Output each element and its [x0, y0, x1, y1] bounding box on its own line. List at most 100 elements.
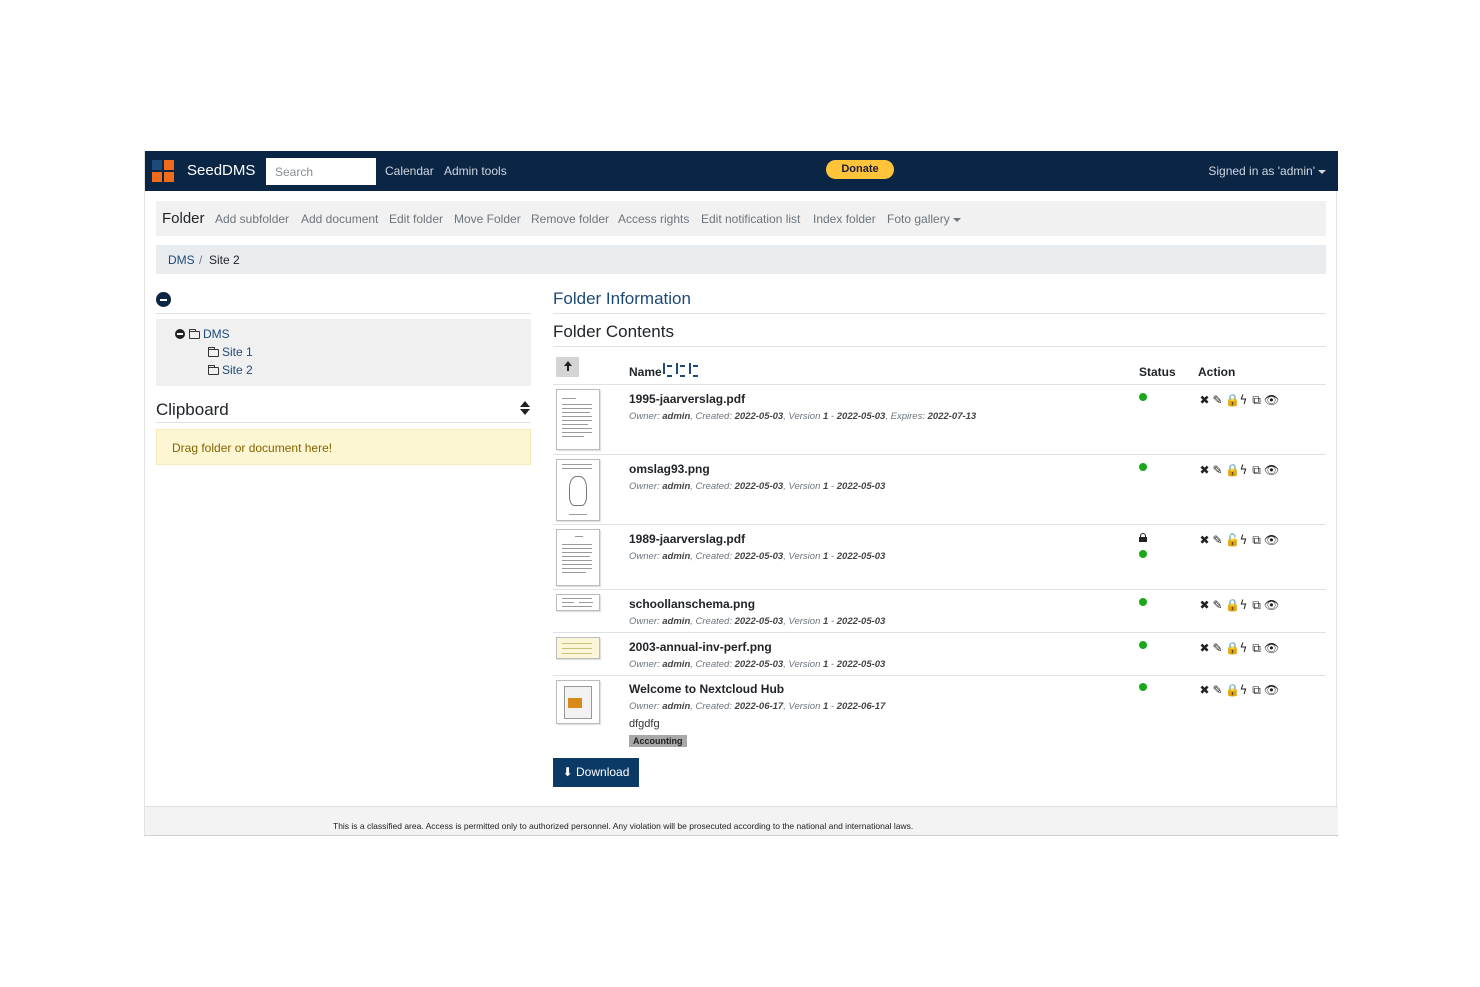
add-document-link[interactable]: Add document — [301, 212, 378, 226]
copy-icon[interactable]: ⧉ — [1251, 684, 1262, 696]
copy-icon[interactable]: ⧉ — [1251, 394, 1262, 406]
document-thumbnail[interactable] — [556, 680, 600, 724]
folder-information-heading[interactable]: Folder Information — [553, 289, 691, 309]
nav-link-calendar[interactable]: Calendar — [385, 164, 434, 178]
brand-name[interactable]: SeedDMS — [187, 162, 255, 179]
eye-icon[interactable]: 👁 — [1264, 599, 1279, 611]
bolt-icon[interactable]: ϟ — [1238, 642, 1249, 654]
eye-icon[interactable]: 👁 — [1264, 684, 1279, 696]
document-meta: Owner: admin, Created: 2022-05-03, Versi… — [629, 551, 886, 562]
table-row[interactable]: 2003-annual-inv-perf.png Owner: admin, C… — [553, 632, 1326, 675]
delete-icon[interactable]: ✖ — [1199, 599, 1210, 611]
delete-icon[interactable]: ✖ — [1199, 464, 1210, 476]
lock-icon[interactable]: 🔒 — [1225, 599, 1240, 611]
status-released-icon — [1139, 641, 1147, 649]
folder-contents-heading: Folder Contents — [553, 322, 674, 341]
delete-icon[interactable]: ✖ — [1199, 534, 1210, 546]
edit-folder-link[interactable]: Edit folder — [389, 212, 443, 226]
table-row[interactable]: omslag93.png Owner: admin, Created: 2022… — [553, 454, 1326, 524]
table-row[interactable]: Welcome to Nextcloud Hub Owner: admin, C… — [553, 675, 1326, 751]
copy-icon[interactable]: ⧉ — [1251, 642, 1262, 654]
table-header: Name Status Action — [553, 353, 1326, 385]
edit-icon[interactable]: ✎ — [1212, 599, 1223, 611]
document-thumbnail[interactable] — [556, 529, 600, 586]
edit-icon[interactable]: ✎ — [1212, 534, 1223, 546]
breadcrumb: DMS / Site 2 — [156, 245, 1326, 274]
folder-menu-title[interactable]: Folder — [162, 210, 205, 227]
foto-gallery-menu[interactable]: Foto gallery — [887, 212, 961, 226]
copy-icon[interactable]: ⧉ — [1251, 464, 1262, 476]
eye-icon[interactable]: 👁 — [1264, 534, 1279, 546]
document-name[interactable]: 2003-annual-inv-perf.png — [629, 640, 772, 654]
index-folder-link[interactable]: Index folder — [813, 212, 876, 226]
collapse-node-icon[interactable] — [175, 329, 185, 339]
eye-icon[interactable]: 👁 — [1264, 464, 1279, 476]
lock-icon[interactable]: 🔒 — [1225, 642, 1240, 654]
bolt-icon[interactable]: ϟ — [1238, 464, 1249, 476]
tree-node-site-2[interactable]: Site 2 — [208, 363, 253, 377]
clipboard-title: Clipboard — [156, 400, 229, 419]
tree-node-dms[interactable]: DMS — [175, 327, 230, 341]
download-label: Download — [576, 765, 630, 779]
nav-link-admin-tools[interactable]: Admin tools — [444, 164, 507, 178]
bolt-icon[interactable]: ϟ — [1238, 394, 1249, 406]
table-row[interactable]: 1995-jaarverslag.pdf Owner: admin, Creat… — [553, 384, 1326, 454]
unlock-icon[interactable]: 🔓 — [1225, 534, 1240, 546]
copy-icon[interactable]: ⧉ — [1251, 534, 1262, 546]
edit-notification-list-link[interactable]: Edit notification list — [701, 212, 800, 226]
row-actions: ✖ ✎ 🔒 ϟ ⧉ 👁 — [1199, 684, 1279, 696]
download-button[interactable]: ⬇ Download — [553, 758, 639, 787]
document-name[interactable]: omslag93.png — [629, 462, 710, 476]
lock-icon[interactable]: 🔒 — [1225, 684, 1240, 696]
delete-icon[interactable]: ✖ — [1199, 642, 1210, 654]
document-thumbnail[interactable] — [556, 594, 600, 611]
sort-numeric-icon[interactable] — [675, 363, 686, 377]
search-input[interactable] — [266, 158, 376, 185]
status-released-icon — [1139, 393, 1147, 401]
eye-icon[interactable]: 👁 — [1264, 642, 1279, 654]
copy-icon[interactable]: ⧉ — [1251, 599, 1262, 611]
lock-icon[interactable]: 🔒 — [1225, 394, 1240, 406]
document-thumbnail[interactable] — [556, 637, 600, 659]
edit-icon[interactable]: ✎ — [1212, 464, 1223, 476]
add-subfolder-link[interactable]: Add subfolder — [215, 212, 289, 226]
document-thumbnail[interactable] — [556, 459, 600, 521]
document-comment: dfgdfg — [629, 718, 660, 730]
collapse-tree-icon[interactable] — [156, 292, 171, 307]
delete-icon[interactable]: ✖ — [1199, 394, 1210, 406]
edit-icon[interactable]: ✎ — [1212, 394, 1223, 406]
row-actions: ✖ ✎ 🔒 ϟ ⧉ 👁 — [1199, 464, 1279, 476]
lock-icon[interactable]: 🔒 — [1225, 464, 1240, 476]
edit-icon[interactable]: ✎ — [1212, 684, 1223, 696]
clipboard-dropzone[interactable]: Drag folder or document here! — [156, 429, 531, 465]
tree-node-site-1[interactable]: Site 1 — [208, 345, 253, 359]
parent-folder-up-icon[interactable] — [556, 357, 579, 377]
delete-icon[interactable]: ✖ — [1199, 684, 1210, 696]
document-name[interactable]: 1989-jaarverslag.pdf — [629, 532, 745, 546]
footer-disclaimer: This is a classified area. Access is per… — [333, 821, 914, 831]
move-folder-link[interactable]: Move Folder — [454, 212, 521, 226]
bolt-icon[interactable]: ϟ — [1238, 534, 1249, 546]
sort-icon[interactable] — [520, 401, 531, 416]
document-name[interactable]: 1995-jaarverslag.pdf — [629, 392, 745, 406]
breadcrumb-separator: / — [199, 253, 203, 267]
document-name[interactable]: Welcome to Nextcloud Hub — [629, 682, 784, 696]
category-badge: Accounting — [629, 735, 687, 747]
bolt-icon[interactable]: ϟ — [1238, 599, 1249, 611]
donate-button[interactable]: Donate — [826, 160, 894, 179]
eye-icon[interactable]: 👁 — [1264, 394, 1279, 406]
sort-list-icon[interactable] — [688, 363, 699, 377]
access-rights-link[interactable]: Access rights — [618, 212, 689, 226]
user-menu[interactable]: Signed in as 'admin' — [1208, 164, 1326, 178]
edit-icon[interactable]: ✎ — [1212, 642, 1223, 654]
table-row[interactable]: schoollanschema.png Owner: admin, Create… — [553, 589, 1326, 632]
document-thumbnail[interactable] — [556, 389, 600, 450]
status-released-icon — [1139, 598, 1147, 606]
table-row[interactable]: 1989-jaarverslag.pdf Owner: admin, Creat… — [553, 524, 1326, 589]
document-name[interactable]: schoollanschema.png — [629, 597, 755, 611]
sort-alpha-icon[interactable] — [662, 363, 673, 377]
bolt-icon[interactable]: ϟ — [1238, 684, 1249, 696]
seeddms-logo[interactable] — [152, 160, 174, 182]
breadcrumb-dms[interactable]: DMS — [168, 253, 195, 267]
remove-folder-link[interactable]: Remove folder — [531, 212, 609, 226]
